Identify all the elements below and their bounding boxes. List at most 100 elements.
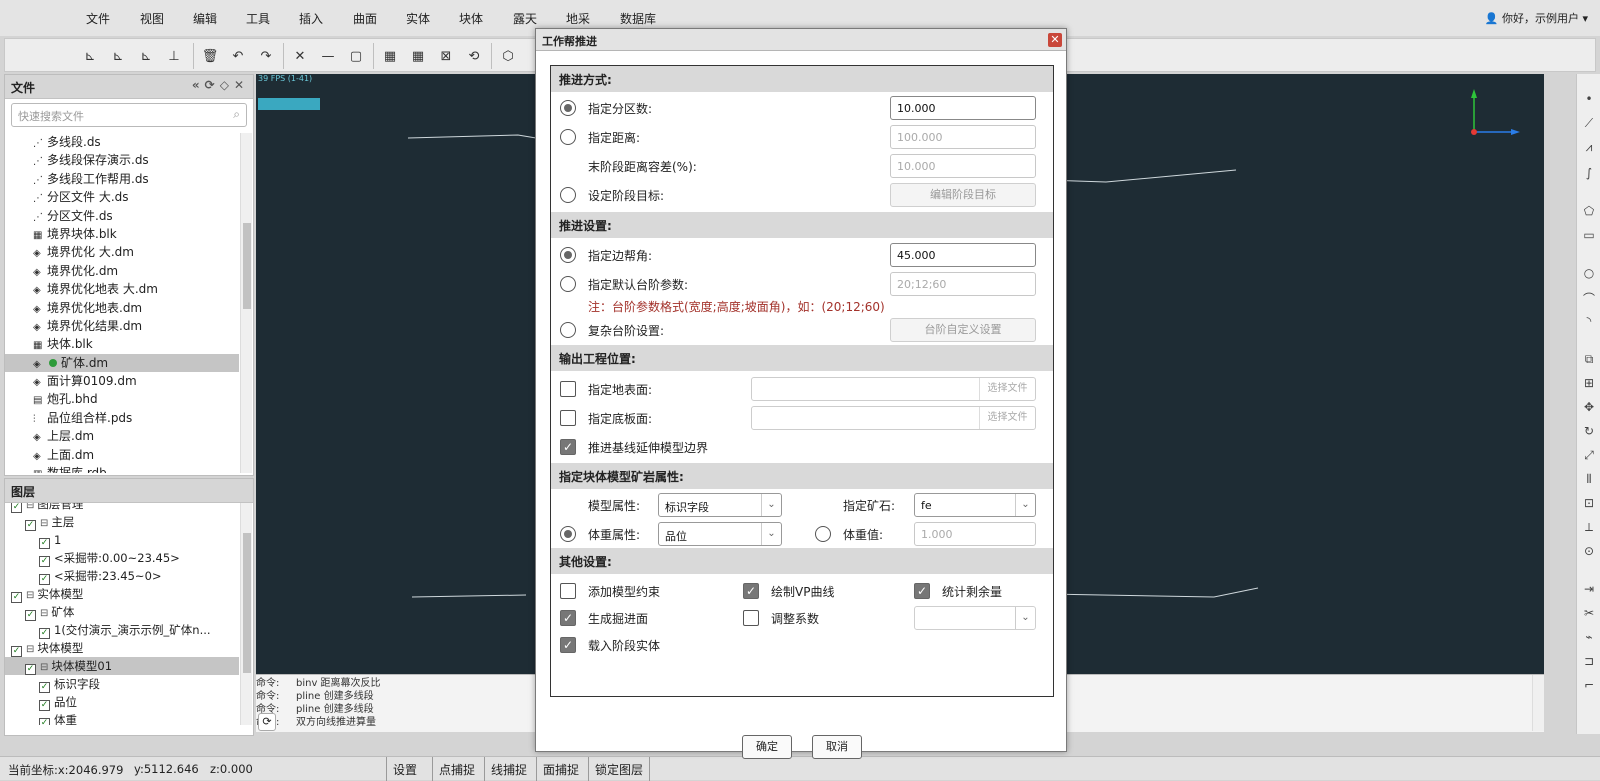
menu-tools[interactable]: 工具 xyxy=(246,10,270,27)
delete-icon[interactable]: 🗑 xyxy=(199,45,221,67)
custom-bench-button[interactable]: 台阶自定义设置 xyxy=(890,318,1036,342)
file-list-item[interactable]: ◈ 上面.dm xyxy=(5,446,239,464)
extend-icon[interactable]: ⇥ xyxy=(1577,582,1600,602)
arc-icon[interactable]: ⌒ xyxy=(1577,290,1600,310)
file-list-item[interactable]: ◈ 境界优化 大.dm xyxy=(5,243,239,261)
radio-slope-angle[interactable] xyxy=(560,247,576,263)
break-icon[interactable]: ⌁ xyxy=(1577,630,1600,650)
file-list-item[interactable]: ◈ 境界优化.dm xyxy=(5,262,239,280)
user-menu[interactable]: 👤 你好，示例用户 ▾ xyxy=(1485,10,1588,26)
search-icon[interactable]: ⌕ xyxy=(233,107,240,122)
collapse-icon[interactable]: ⊟ xyxy=(26,644,34,655)
layer-tree-item[interactable]: ✓ ⊟ 块体模型 xyxy=(5,639,239,657)
file-list-item[interactable]: ⋰ 分区文件 大.ds xyxy=(5,188,239,206)
face-snap-button[interactable]: 面捕捉 xyxy=(536,757,585,781)
layer-tree-scrollbar[interactable] xyxy=(240,503,252,725)
array-icon[interactable]: ⊡ xyxy=(1577,496,1600,516)
layer-visibility-checkbox[interactable]: ✓ xyxy=(39,574,50,585)
model-attr-select[interactable]: 标识字段 ⌄ xyxy=(658,493,782,517)
checkbox-floor[interactable] xyxy=(560,410,576,426)
radio-density-value[interactable] xyxy=(815,526,831,542)
layer-visibility-checkbox[interactable]: ✓ xyxy=(39,538,50,549)
table-icon[interactable]: ▦ xyxy=(407,45,429,67)
layer-tree-item[interactable]: ✓ 标识字段 xyxy=(5,675,239,693)
rectangle-icon[interactable]: ▭ xyxy=(1577,228,1600,248)
box-select-icon[interactable]: ▢ xyxy=(345,45,367,67)
file-list-item[interactable]: ◈ 境界优化地表 大.dm xyxy=(5,280,239,298)
distance-input[interactable]: 100.000 xyxy=(890,125,1036,149)
menu-database[interactable]: 数据库 xyxy=(620,10,656,27)
layer-tree-item[interactable]: ✓ 1(交付演示_演示示例_矿体n... xyxy=(5,621,239,639)
file-list-item[interactable]: ⋰ 分区文件.ds xyxy=(5,207,239,225)
file-search-input[interactable]: 快速搜索文件 ⌕ xyxy=(11,103,247,127)
file-list-item[interactable]: ⋰ 多线段.ds xyxy=(5,133,239,151)
file-list-item[interactable]: ◈ 境界优化结果.dm xyxy=(5,317,239,335)
surface-select-file-button[interactable]: 选择文件 xyxy=(979,378,1035,400)
bench-params-input[interactable]: 20;12;60 xyxy=(890,272,1036,296)
file-list-item[interactable]: ▦ 境界块体.blk xyxy=(5,225,239,243)
ok-button[interactable]: 确定 xyxy=(742,735,792,759)
layer-visibility-checkbox[interactable]: ✓ xyxy=(25,520,36,531)
checkbox-add-constraint[interactable] xyxy=(560,583,576,599)
checkbox-surface[interactable] xyxy=(560,381,576,397)
checkbox-extend-baseline[interactable]: ✓ xyxy=(560,439,576,455)
point-icon[interactable]: • xyxy=(1577,92,1600,112)
layer-visibility-checkbox[interactable]: ✓ xyxy=(39,700,50,711)
file-list-item[interactable]: ▦ 块体.blk xyxy=(5,335,239,353)
circle-icon[interactable]: ○ xyxy=(1577,266,1600,286)
menu-insert[interactable]: 插入 xyxy=(299,10,323,27)
grid-icon[interactable]: ▦ xyxy=(379,45,401,67)
layer-tree-item[interactable]: ✓ 1 xyxy=(5,531,239,549)
menu-surface[interactable]: 曲面 xyxy=(353,10,377,27)
surface-file-input[interactable]: 选择文件 xyxy=(751,377,1036,401)
checkbox-gen-face[interactable]: ✓ xyxy=(560,610,576,626)
radio-complex-bench[interactable] xyxy=(560,322,576,338)
layer-visibility-checkbox[interactable]: ✓ xyxy=(11,503,22,513)
join-icon[interactable]: ⊐ xyxy=(1577,654,1600,674)
file-list-item[interactable]: ⋰ 多线段工作帮用.ds xyxy=(5,170,239,188)
collapse-icon[interactable]: ⊟ xyxy=(26,503,34,511)
checkbox-draw-vp[interactable]: ✓ xyxy=(743,583,759,599)
cancel-button[interactable]: 取消 xyxy=(812,735,862,759)
density-attr-select[interactable]: 品位 ⌄ xyxy=(658,522,782,546)
settings-button[interactable]: 设置 xyxy=(386,757,423,781)
line-snap-button[interactable]: 线捕捉 xyxy=(484,757,533,781)
corner-icon[interactable]: ⌐ xyxy=(1577,678,1600,698)
layer-visibility-checkbox[interactable]: ✓ xyxy=(39,628,50,639)
line-tool-icon[interactable]: ⟋ xyxy=(1577,116,1600,136)
tolerance-input[interactable]: 10.000 xyxy=(890,154,1036,178)
rotate-icon[interactable]: ↻ xyxy=(1577,424,1600,444)
file-list-item[interactable]: ⫶ 品位组合样.pds xyxy=(5,409,239,427)
pentagon-icon[interactable]: ⬠ xyxy=(1577,204,1600,224)
menu-view[interactable]: 视图 xyxy=(140,10,164,27)
layer-visibility-checkbox[interactable]: ✓ xyxy=(39,556,50,567)
partitions-input[interactable]: 10.000 xyxy=(890,96,1036,120)
paste-icon[interactable]: ⊞ xyxy=(1577,376,1600,396)
axis-view-icon[interactable]: ⊥ xyxy=(163,45,185,67)
measure-icon[interactable]: ⟂ xyxy=(1577,520,1600,540)
file-list-item[interactable]: ◈ 境界优化地表.dm xyxy=(5,299,239,317)
layer-visibility-checkbox[interactable]: ✓ xyxy=(25,610,36,621)
fillet-icon[interactable]: ◝ xyxy=(1577,314,1600,334)
layer-tree-item[interactable]: ✓ ⊟ 矿体 xyxy=(5,603,239,621)
layer-tree-item[interactable]: ✓ <采掘带:23.45~0> xyxy=(5,567,239,585)
file-list-item[interactable]: ⋰ 多线段保存演示.ds xyxy=(5,151,239,169)
checkbox-load-stage[interactable]: ✓ xyxy=(560,637,576,653)
curve-icon[interactable]: ∫ xyxy=(1577,166,1600,186)
ore-select[interactable]: fe ⌄ xyxy=(914,493,1036,517)
center-icon[interactable]: ⊙ xyxy=(1577,544,1600,564)
radio-partitions[interactable] xyxy=(560,100,576,116)
redo-icon[interactable]: ↷ xyxy=(255,45,277,67)
menu-edit[interactable]: 编辑 xyxy=(193,10,217,27)
cross-icon[interactable]: ✕ xyxy=(289,45,311,67)
rotate-view-icon[interactable]: ⟲ xyxy=(463,45,485,67)
mirror-icon[interactable]: ⫴ xyxy=(1577,472,1600,492)
trim-icon[interactable]: ✂ xyxy=(1577,606,1600,626)
slope-angle-input[interactable]: 45.000 xyxy=(890,243,1036,267)
copy-icon[interactable]: ⧉ xyxy=(1577,352,1600,372)
layer-tree-item[interactable]: ✓ ⊟ 实体模型 xyxy=(5,585,239,603)
layer-visibility-checkbox[interactable]: ✓ xyxy=(11,646,22,657)
layer-tree-item[interactable]: ✓ 品位 xyxy=(5,693,239,711)
menu-block[interactable]: 块体 xyxy=(459,10,483,27)
layer-tree-item[interactable]: ✓ ⊟ 块体模型01 xyxy=(5,657,239,675)
